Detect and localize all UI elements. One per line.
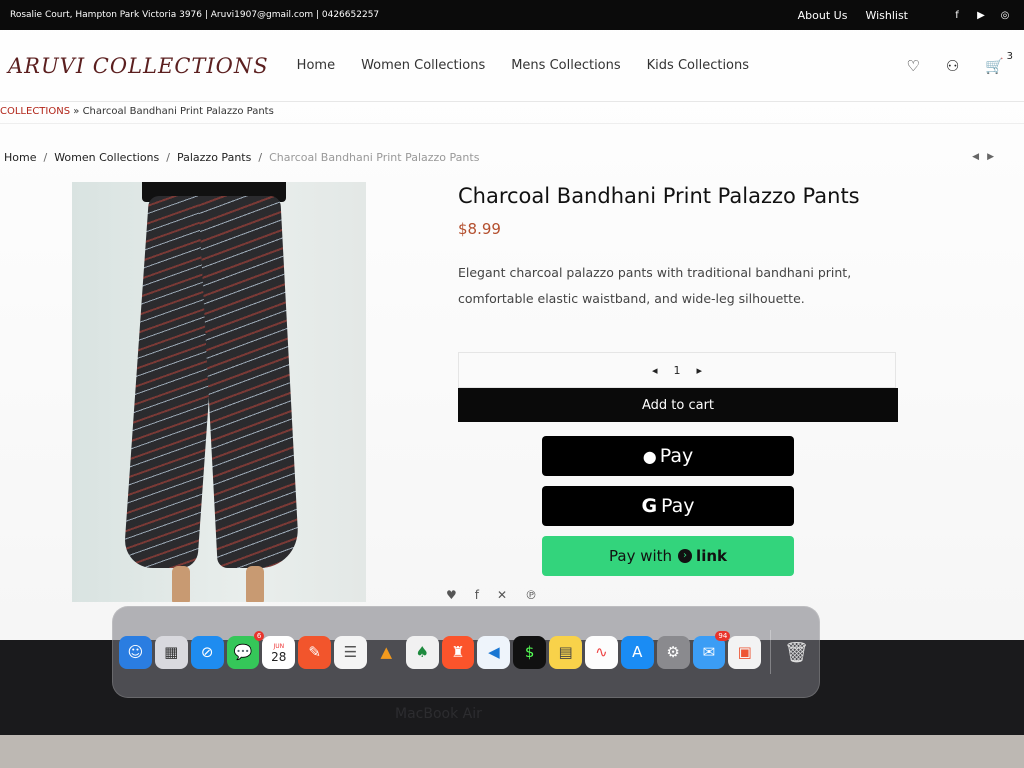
main-nav: Home Women Collections Mens Collections …: [297, 58, 907, 73]
google-icon: G: [641, 495, 658, 517]
foot-left: [172, 566, 190, 602]
subcrumb-page: Charcoal Bandhani Print Palazzo Pants: [82, 106, 274, 117]
wishlist-link[interactable]: Wishlist: [865, 9, 908, 22]
product-image[interactable]: [72, 182, 366, 602]
wishlist-heart-icon[interactable]: ♥: [446, 588, 457, 602]
youtube-icon[interactable]: ▶: [976, 10, 986, 21]
apple-pay-label: Pay: [659, 445, 694, 467]
google-pay-label: Pay: [661, 495, 695, 517]
macbook-label: MacBook Air: [395, 706, 482, 722]
product-description: Elegant charcoal palazzo pants with trad…: [458, 265, 852, 306]
breadcrumb: Home / Women Collections / Palazzo Pants…: [0, 124, 1024, 172]
pant-leg-right: [198, 196, 300, 568]
mail-icon[interactable]: ✉ 94: [692, 630, 731, 669]
app-store-icon[interactable]: A: [620, 635, 654, 669]
breadcrumb-palazzo-pants[interactable]: Palazzo Pants: [177, 151, 251, 164]
brave-icon[interactable]: ♜: [441, 635, 475, 669]
top-bar: Rosalie Court, Hampton Park Victoria 397…: [0, 0, 1024, 30]
collections-link[interactable]: COLLECTIONS: [0, 106, 70, 117]
instagram-icon[interactable]: ◎: [1000, 10, 1010, 21]
apple-icon: ●: [642, 446, 657, 466]
vlc-icon[interactable]: ▲: [370, 636, 403, 669]
breadcrumb-current: Charcoal Bandhani Print Palazzo Pants: [269, 150, 480, 164]
vscode-icon[interactable]: ◀: [477, 635, 511, 669]
user-icon[interactable]: ⚇: [946, 57, 959, 75]
link-pay-word: link: [696, 547, 727, 565]
mongodb-icon[interactable]: ♠: [405, 635, 439, 669]
link-pay-button[interactable]: Pay with › link: [542, 536, 794, 576]
google-pay-button[interactable]: G Pay: [542, 486, 794, 526]
launchpad-icon[interactable]: ▦: [154, 635, 188, 669]
share-pinterest-icon[interactable]: ℗: [525, 588, 537, 602]
quantity-decrease-button[interactable]: ◂: [652, 364, 658, 377]
product-info: Charcoal Bandhani Print Palazzo Pants $8…: [458, 172, 898, 576]
notes-icon[interactable]: ▤: [549, 635, 582, 669]
apple-pay-button[interactable]: ● Pay: [542, 436, 794, 476]
cart-icon[interactable]: 🛒 3: [985, 51, 1013, 75]
share-row: ♥ f ✕ ℗: [446, 588, 537, 602]
heart-icon[interactable]: ♡: [906, 57, 919, 75]
facebook-icon[interactable]: f: [952, 10, 962, 21]
browser-viewport: Rosalie Court, Hampton Park Victoria 397…: [0, 0, 1024, 640]
link-pay-prefix: Pay with: [609, 547, 673, 565]
site-header: ARUVI COLLECTIONS Home Women Collections…: [0, 30, 1024, 102]
quantity-stepper: ◂ 1 ▸: [458, 352, 896, 388]
cart-count: 3: [1006, 50, 1013, 62]
about-us-link[interactable]: About Us: [798, 9, 848, 22]
breadcrumb-separator: /: [258, 150, 263, 164]
quantity-value[interactable]: 1: [674, 364, 681, 377]
subcrumb-separator: »: [73, 106, 80, 117]
terminal-icon[interactable]: $: [513, 635, 547, 669]
office-icon[interactable]: ▣: [728, 635, 762, 669]
nav-home[interactable]: Home: [297, 58, 335, 73]
safari-icon[interactable]: ⊘: [190, 635, 224, 669]
product-section: Charcoal Bandhani Print Palazzo Pants $8…: [0, 172, 1024, 612]
nav-mens-collections[interactable]: Mens Collections: [511, 58, 620, 73]
reminders-icon[interactable]: ☰: [334, 635, 367, 669]
breadcrumb-home[interactable]: Home: [4, 151, 36, 164]
collection-breadcrumb: COLLECTIONS » Charcoal Bandhani Print Pa…: [0, 102, 1024, 124]
calendar-day: 28: [271, 650, 287, 664]
breadcrumb-separator: /: [43, 150, 48, 164]
site-logo[interactable]: ARUVI COLLECTIONS: [8, 54, 269, 78]
messages-icon[interactable]: 💬 6: [226, 630, 265, 669]
add-to-cart-button[interactable]: Add to cart: [458, 388, 898, 422]
system-settings-icon[interactable]: ⚙: [656, 635, 690, 669]
macos-dock: ☺ ▦ ⊘ 💬 6 JUN 28 ✎ ☰ ▲ ♠ ♜ ◀ $ ▤ ∿ A ⚙ ✉ 9…: [112, 606, 820, 698]
share-x-icon[interactable]: ✕: [497, 588, 507, 602]
quantity-increase-button[interactable]: ▸: [697, 364, 703, 377]
nav-kids-collections[interactable]: Kids Collections: [647, 58, 749, 73]
laptop-base: [0, 735, 1024, 768]
nav-women-collections[interactable]: Women Collections: [361, 58, 485, 73]
share-facebook-icon[interactable]: f: [475, 588, 479, 602]
foot-right: [246, 566, 264, 602]
pages-icon[interactable]: ✎: [298, 635, 332, 669]
breadcrumb-women-collections[interactable]: Women Collections: [54, 151, 159, 164]
product-nav-arrows[interactable]: ◀▶: [972, 152, 1002, 162]
contact-info: Rosalie Court, Hampton Park Victoria 397…: [10, 10, 380, 20]
breadcrumb-separator: /: [166, 150, 170, 164]
link-arrow-icon: ›: [678, 549, 693, 563]
dock-divider: [770, 630, 772, 674]
product-price: $8.99: [458, 220, 501, 238]
calendar-icon[interactable]: JUN 28: [262, 635, 296, 669]
product-title: Charcoal Bandhani Print Palazzo Pants: [458, 184, 860, 208]
freeform-icon[interactable]: ∿: [584, 635, 618, 669]
finder-icon[interactable]: ☺: [119, 635, 152, 669]
trash-icon[interactable]: 🗑: [780, 636, 813, 669]
